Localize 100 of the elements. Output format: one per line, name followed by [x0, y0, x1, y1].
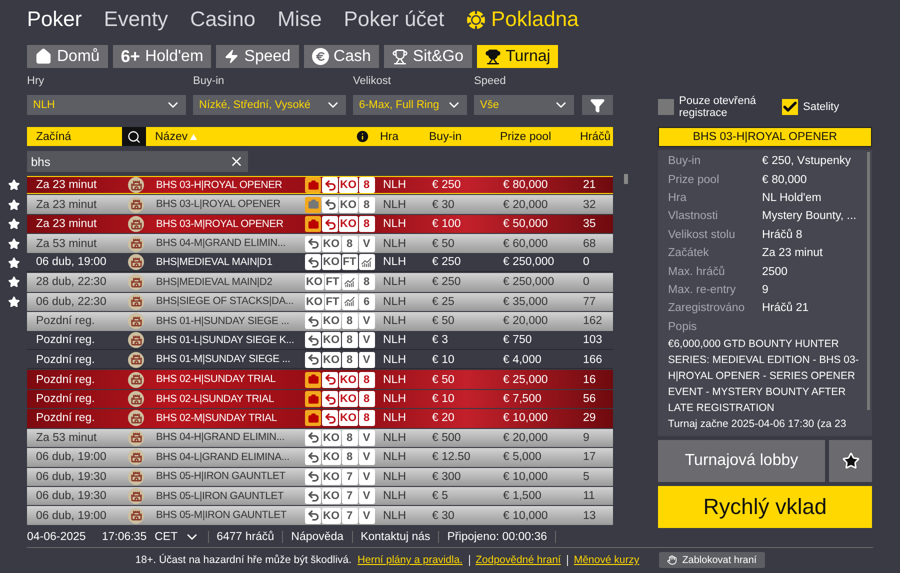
- filter-dropdown[interactable]: Nízké, Střední, Vysoké: [193, 95, 346, 115]
- start-cell-text: 06 dub, 19:30: [35, 470, 108, 483]
- detail-value: Mystery Bounty, ...: [762, 210, 858, 222]
- castle-icon: [128, 216, 144, 232]
- game-cell-text: NLH: [382, 238, 408, 250]
- name-cell-text: BHS|SIEGE OF STACKS|DA...: [155, 296, 295, 308]
- filter-button[interactable]: [582, 95, 613, 115]
- filter-dropdown[interactable]: NLH: [27, 95, 186, 115]
- tournament-tag: V: [358, 468, 374, 485]
- clear-icon[interactable]: [229, 154, 244, 169]
- scrollbar[interactable]: [624, 174, 628, 184]
- tournament-row[interactable]: Pozdní reg. BHS 02-H|SUNDAY TRIAL KO 8 NLH € 50 € 25,000 16: [27, 370, 613, 389]
- tournament-row[interactable]: 06 dub, 19:30 BHS 05-H|IRON GAUNTLET KO 7 V NLH € 300 € 10,000 5: [27, 468, 613, 486]
- favorite-star-icon[interactable]: [8, 238, 20, 250]
- tournament-row[interactable]: Za 23 minut BHS 03-M|ROYAL OPENER KO 8 NLH € 100 € 50,000 35: [27, 214, 613, 234]
- info-icon[interactable]: [355, 129, 370, 144]
- tournament-tag: KO: [339, 196, 358, 213]
- lobby-button[interactable]: Turnajová lobby: [658, 440, 825, 482]
- column-header[interactable]: Buy-in: [427, 130, 498, 142]
- tournament-row[interactable]: Za 53 minut BHS 04-M|GRAND ELIMIN... KO 8 V NLH € 50 € 60,000 68: [27, 234, 613, 253]
- tournament-row[interactable]: 06 dub, 22:30 BHS|SIEGE OF STACKS|DA... KO FT 6 NLH € 25 € 35,000 77: [27, 292, 613, 312]
- game-cell-text: NLH: [382, 315, 408, 328]
- tournament-row[interactable]: 06 dub, 19:00 BHS 04-L|GRAND ELIMINA... KO 8 V NLH € 12.50 € 5,000 17: [27, 448, 613, 467]
- tournament-row[interactable]: 06 dub, 19:00 BHS|MEDIEVAL MAIN|D1 KO FT NLH € 250 € 250,000 0: [27, 254, 613, 272]
- column-header[interactable]: Prize pool: [498, 130, 578, 142]
- column-header[interactable]: Hráčů: [578, 130, 613, 142]
- filter-dropdown[interactable]: Vše: [474, 95, 574, 115]
- column-header[interactable]: Hra: [378, 130, 427, 142]
- detail-value: 2500: [762, 266, 789, 278]
- tournament-row[interactable]: Pozdní reg. BHS 02-M|SUNDAY TRIAL KO 8 NLH € 20 € 10,000 29: [27, 409, 613, 428]
- favorite-star-icon[interactable]: [8, 179, 20, 192]
- six-plus-icon: 6+: [120, 46, 140, 66]
- castle-icon: [128, 274, 144, 290]
- start-cell-text: Pozdní reg.: [35, 354, 96, 366]
- prize-cell-text: € 20,000: [502, 432, 549, 444]
- category-tab[interactable]: 6+ Hold'em: [112, 45, 212, 68]
- footer-link[interactable]: Herní plány a pravidla.: [358, 554, 463, 566]
- filter-label: Speed: [474, 75, 507, 89]
- footer-link[interactable]: Zodpovědné hraní: [476, 554, 561, 566]
- search-button[interactable]: [122, 127, 146, 146]
- tournament-tag: 8: [358, 410, 374, 426]
- start-cell-text: 06 dub, 19:30: [35, 490, 108, 502]
- checkbox[interactable]: [782, 98, 798, 114]
- nav-link[interactable]: Poker účet: [344, 8, 444, 32]
- favorite-star-icon[interactable]: [8, 256, 20, 269]
- tournament-row[interactable]: 06 dub, 19:00 BHS 05-M|IRON GAUNTLET KO 7 V NLH € 30 € 10,000 13: [27, 506, 613, 525]
- nav-link[interactable]: Eventy: [104, 8, 168, 32]
- favorite-star-icon[interactable]: [8, 218, 20, 230]
- buyin-cell-text: € 300: [431, 470, 462, 483]
- deposit-button[interactable]: Rychlý vklad: [658, 486, 872, 528]
- name-cell-text: BHS 05-M|IRON GAUNTLET: [155, 510, 288, 522]
- footer-link[interactable]: Měnové kurzy: [574, 554, 640, 566]
- tournament-row[interactable]: Za 23 minut BHS 03-L|ROYAL OPENER KO 8 NLH € 30 € 20,000 32: [27, 195, 613, 214]
- tournament-tag: KO: [322, 430, 340, 446]
- buyin-cell-text: € 25: [431, 296, 456, 308]
- category-tab[interactable]: Cash: [304, 45, 379, 68]
- timezone-dropdown[interactable]: CET: [154, 528, 208, 544]
- category-tab[interactable]: Sit&Go: [384, 45, 472, 68]
- tournament-tag: 8: [342, 313, 358, 330]
- tournament-row[interactable]: Pozdní reg. BHS 02-L|SUNDAY TRIAL KO 8 NLH € 10 € 7,500 56: [27, 390, 613, 408]
- nav-link[interactable]: Mise: [277, 8, 322, 32]
- prize-cell-text: € 20,000: [502, 315, 549, 328]
- prize-cell-text: € 4,000: [502, 354, 542, 366]
- filter-dropdown[interactable]: 6-Max, Full Ring: [353, 95, 467, 115]
- players-cell-text: 13: [582, 510, 597, 522]
- favorite-button[interactable]: [829, 440, 872, 482]
- tournament-row[interactable]: Pozdní reg. BHS 01-M|SUNDAY SIEGE ... KO 8 V NLH € 10 € 4,000 166: [27, 350, 613, 370]
- tournament-tag: FT: [324, 274, 340, 290]
- scrollbar[interactable]: [867, 152, 870, 410]
- start-cell-text: Pozdní reg.: [35, 393, 96, 406]
- column-header[interactable]: Název: [153, 130, 355, 142]
- favorite-star-icon[interactable]: [8, 198, 20, 211]
- category-tab[interactable]: Domů: [27, 45, 108, 68]
- tournament-row[interactable]: Pozdní reg. BHS 01-L|SUNDAY SIEGE K... KO 8 V NLH € 3 € 750 103: [27, 332, 613, 350]
- lightning-icon: [224, 49, 240, 64]
- tournament-row[interactable]: Za 23 minut BHS 03-H|ROYAL OPENER KO 8 NLH € 250 € 80,000 21: [27, 176, 613, 194]
- buyin-cell-text: € 10: [431, 393, 456, 406]
- search-field[interactable]: bhs: [27, 151, 248, 172]
- tournament-row[interactable]: Pozdní reg. BHS 01-H|SUNDAY SIEGE ... KO 8 V NLH € 50 € 20,000 162: [27, 312, 613, 330]
- nav-link[interactable]: Casino: [190, 8, 256, 32]
- start-cell-text: Pozdní reg.: [35, 334, 96, 346]
- tournament-tag: 8: [358, 216, 374, 232]
- column-header[interactable]: Začíná: [27, 130, 122, 142]
- favorite-star-icon[interactable]: [8, 296, 20, 308]
- tournament-row[interactable]: 28 dub, 22:30 BHS|MEDIEVAL MAIN|D2 KO FT 8 NLH € 250 € 250,000 0: [27, 273, 613, 292]
- prize-cell-text: € 10,000: [502, 412, 549, 424]
- favorite-star-icon[interactable]: [8, 276, 20, 288]
- help-link[interactable]: Nápověda: [282, 530, 352, 542]
- game-cell-text: NLH: [382, 296, 408, 308]
- nav-link[interactable]: Pokladna: [466, 8, 579, 32]
- contact-link[interactable]: Kontaktuj nás: [352, 530, 438, 542]
- block-gambling-button[interactable]: Zablokovat hraní: [659, 552, 765, 568]
- tournament-row[interactable]: 06 dub, 19:30 BHS 05-L|IRON GAUNTLET KO 7 V NLH € 5 € 1,500 11: [27, 487, 613, 506]
- tournament-row[interactable]: Za 53 minut BHS 04-H|GRAND ELIMIN... KO 8 V NLH € 500 € 20,000 9: [27, 428, 613, 448]
- nav-link[interactable]: Poker: [27, 8, 82, 32]
- players-cell-text: 56: [582, 393, 597, 406]
- category-tab[interactable]: Speed: [216, 45, 299, 68]
- category-tab[interactable]: Turnaj: [476, 45, 558, 68]
- checkbox[interactable]: [658, 98, 674, 114]
- buyin-cell-text: € 50: [431, 315, 456, 328]
